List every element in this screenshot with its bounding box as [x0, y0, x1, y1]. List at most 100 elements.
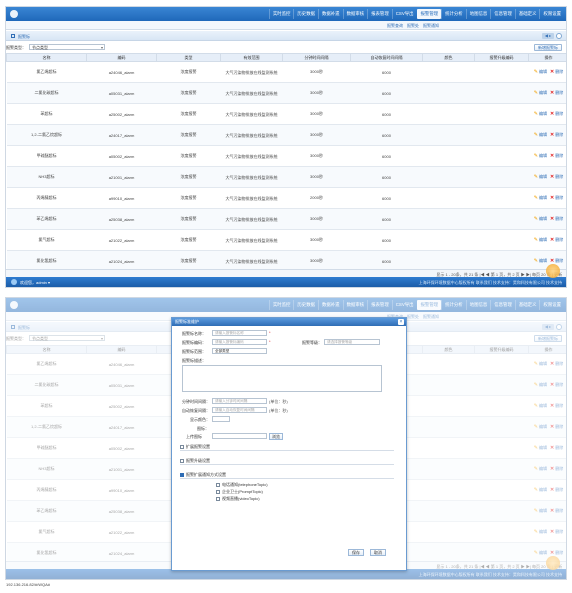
option-telephone[interactable]: 电话通知(telephoneTopic)	[216, 482, 268, 488]
nav-item[interactable]: 信息管理	[490, 9, 515, 19]
nav-item[interactable]: 实时监控	[268, 9, 294, 19]
add-alarm-button[interactable]: 新增报警标	[534, 44, 562, 51]
row-actions: ✎编辑✕删除	[528, 229, 566, 251]
desc-textarea[interactable]	[182, 365, 382, 392]
row-color	[422, 61, 475, 83]
checkbox[interactable]	[216, 490, 220, 494]
browse-button[interactable]: 浏览	[269, 433, 283, 440]
subnav-item[interactable]: 报警处	[407, 23, 419, 29]
user-menu[interactable]: 欢迎您，admin ▾	[20, 280, 50, 286]
column-header[interactable]: 报警升级编码	[474, 53, 529, 62]
edit-button[interactable]: ✎编辑	[534, 69, 547, 75]
delete-button[interactable]: ✕删除	[550, 195, 563, 201]
table-row[interactable]: 苯超标a25002_alarm浓度报警大气污染物排放在线监测系统3000秒600…	[6, 103, 566, 125]
edit-button[interactable]: ✎编辑	[534, 174, 547, 180]
delete-button[interactable]: ✕删除	[550, 90, 563, 96]
nav-item[interactable]: 报表管理	[367, 9, 392, 19]
nav-item[interactable]: 统计分析	[441, 9, 466, 19]
column-header[interactable]: 编码	[86, 53, 157, 62]
table-row[interactable]: 丙烯腈超标a99010_alarm浓度报警大气污染物排放在线监测系统2000秒6…	[6, 187, 566, 209]
delete-button[interactable]: ✕删除	[550, 69, 563, 75]
nav-item[interactable]: CSV导出	[391, 9, 417, 19]
delete-button[interactable]: ✕删除	[550, 153, 563, 159]
edit-button[interactable]: ✎编辑	[534, 237, 547, 243]
level-select[interactable]: 请选择报警等级	[324, 339, 380, 345]
row-code: a99010_alarm	[86, 187, 157, 209]
range-select[interactable]: 全部类型	[212, 348, 267, 354]
alarm-type-select[interactable]: 节点类型▾	[29, 44, 105, 50]
option-wechat[interactable]: 企业卫士(PromptTopic)	[216, 489, 263, 495]
checkbox[interactable]	[180, 445, 184, 449]
save-button[interactable]: 保存	[348, 549, 364, 556]
delete-button[interactable]: ✕删除	[550, 174, 563, 180]
row-desc: 大气污染物排放在线监测系统	[220, 103, 283, 125]
column-header[interactable]: 有效范围	[220, 53, 283, 62]
option-video[interactable]: 视频直播(videoTopic)	[216, 496, 260, 502]
delete-button[interactable]: ✕删除	[550, 132, 563, 138]
column-header[interactable]: 分钟时间间隔	[282, 53, 351, 62]
row-name: 氯气超标	[6, 229, 87, 251]
delete-button[interactable]: ✕删除	[550, 216, 563, 222]
table-row[interactable]: 氯气超标a21022_alarm浓度报警大气污染物排放在线监测系统3000秒60…	[6, 229, 566, 251]
checkbox-checked[interactable]	[180, 473, 184, 477]
row-recover: 6000	[350, 229, 423, 251]
code-input[interactable]: 请输入报警标编码	[212, 339, 267, 345]
table-row[interactable]: 氯乙烯超标a24046_alarm浓度报警大气污染物排放在线监测系统3000秒6…	[6, 61, 566, 83]
edit-button[interactable]: ✎编辑	[534, 132, 547, 138]
column-header[interactable]: 颜色	[422, 53, 475, 62]
table-row[interactable]: NH3超标a21001_alarm浓度报警大气污染物排放在线监测系统3000秒6…	[6, 166, 566, 188]
upload-path-input[interactable]	[212, 433, 267, 439]
row-recover: 6000	[350, 208, 423, 230]
column-header[interactable]: 自动恢复时间间隔	[350, 53, 423, 62]
table-row[interactable]: 1,2-二氯乙烷超标a24017_alarm浓度报警大气污染物排放在线监测系统3…	[6, 124, 566, 146]
nav-item[interactable]: 权限设置	[539, 9, 564, 19]
name-input[interactable]: 请输入报警标名称	[212, 330, 267, 336]
nav-item[interactable]: 报警管理	[416, 9, 442, 19]
row-type: 浓度报警	[156, 103, 221, 125]
delete-button[interactable]: ✕删除	[550, 111, 563, 117]
panel-title: 报警标	[18, 34, 30, 39]
nav-item[interactable]: 数据审核	[342, 9, 368, 19]
row-desc: 大气污染物排放在线监测系统	[220, 208, 283, 230]
nav-item[interactable]: 历史数据	[293, 9, 318, 19]
subnav-item[interactable]: 报警查询	[387, 23, 403, 29]
checkbox[interactable]	[216, 497, 220, 501]
table-row[interactable]: 二氯化碳超标a05031_alarm浓度报警大气污染物排放在线监测系统3000秒…	[6, 82, 566, 104]
row-color	[422, 229, 475, 251]
table-row[interactable]: 苯乙烯超标a25038_alarm浓度报警大气污染物排放在线监测系统3000秒6…	[6, 208, 566, 230]
edit-button[interactable]: ✎编辑	[534, 216, 547, 222]
subnav-item[interactable]: 报警通知	[423, 23, 439, 29]
nav-item[interactable]: 基础定义	[514, 9, 540, 19]
filter-bar: 报警类型： 节点类型▾ 新增报警标	[6, 43, 566, 51]
recover-input[interactable]: 请输入自动恢复时间间隔	[212, 407, 267, 413]
edit-button[interactable]: ✎编辑	[534, 90, 547, 96]
cancel-button[interactable]: 取消	[370, 549, 386, 556]
edit-button[interactable]: ✎编辑	[534, 258, 547, 264]
row-color	[422, 124, 475, 146]
delete-x-icon: ✕	[550, 111, 555, 117]
column-header[interactable]: 名称	[6, 53, 87, 62]
row-name: 苯超标	[6, 103, 87, 125]
edit-button[interactable]: ✎编辑	[534, 153, 547, 159]
close-icon[interactable]: ×	[398, 319, 404, 325]
edit-button[interactable]: ✎编辑	[534, 111, 547, 117]
collapse-icon[interactable]	[556, 33, 562, 39]
delete-button[interactable]: ✕删除	[550, 237, 563, 243]
color-picker[interactable]	[212, 416, 230, 422]
checkbox[interactable]	[216, 483, 220, 487]
row-type: 浓度报警	[156, 82, 221, 104]
refresh-button[interactable]: ◀ ▸	[542, 33, 554, 39]
checkbox[interactable]	[180, 459, 184, 463]
column-header[interactable]: 操作	[528, 53, 566, 62]
table-row[interactable]: 甲硫醚超标a05002_alarm浓度报警大气污染物排放在线监测系统3000秒6…	[6, 145, 566, 167]
interval-input[interactable]: 请输入分钟时间间隔	[212, 398, 267, 404]
delete-x-icon: ✕	[550, 132, 555, 138]
icon-label: 图标：	[197, 426, 209, 431]
nav-item[interactable]: 数据补遗	[317, 9, 343, 19]
row-name: 1,2-二氯乙烷超标	[6, 124, 87, 146]
floating-helper-icon[interactable]	[546, 264, 560, 278]
nav-item[interactable]: 地图信息	[465, 9, 491, 19]
edit-button[interactable]: ✎编辑	[534, 195, 547, 201]
column-header[interactable]: 类型	[156, 53, 221, 62]
row-interval: 3000秒	[282, 103, 351, 125]
